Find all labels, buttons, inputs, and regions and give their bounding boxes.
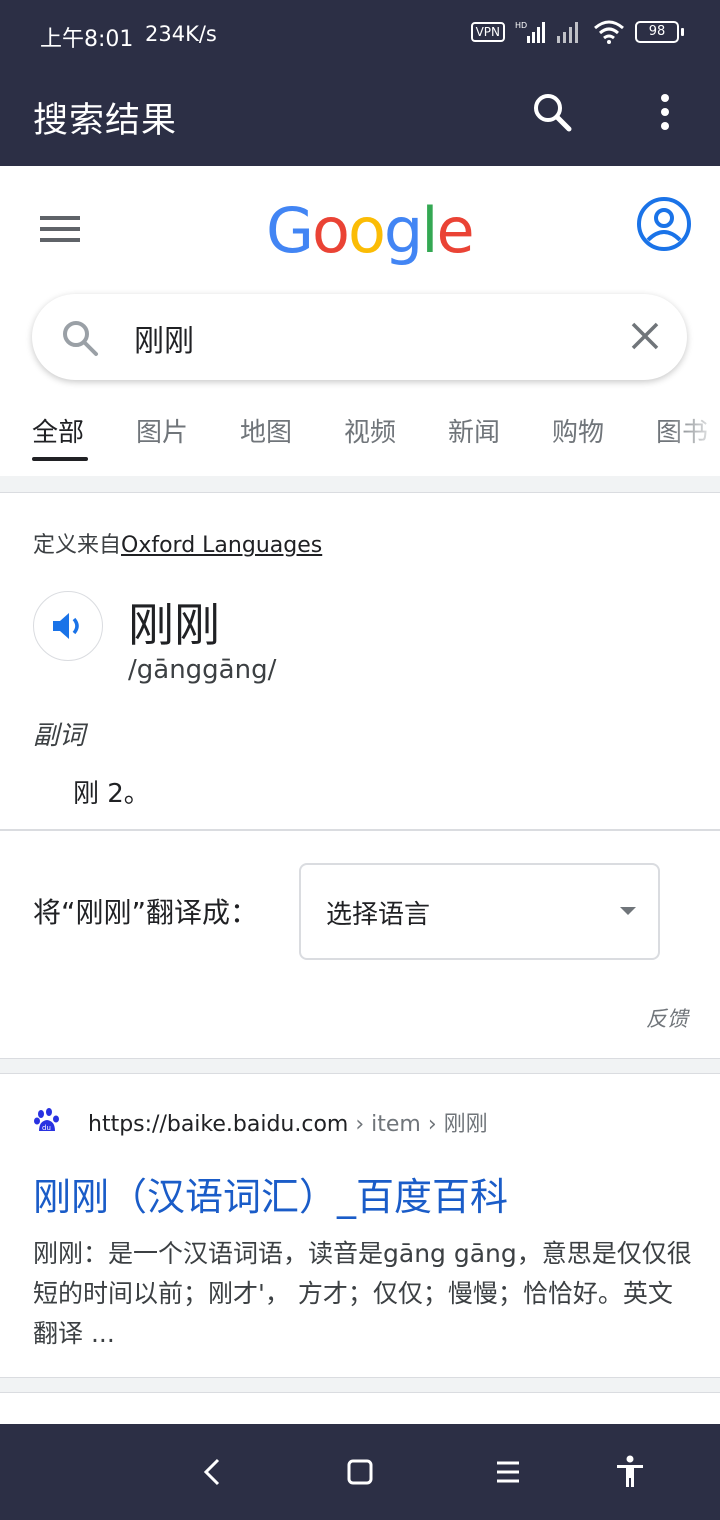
search-box[interactable]: 刚刚 xyxy=(32,294,687,380)
part-of-speech: 副词 xyxy=(33,721,86,751)
tab-all[interactable]: 全部 xyxy=(32,412,84,449)
definition-word: 刚刚 xyxy=(128,598,220,652)
active-tab-indicator xyxy=(32,457,88,461)
speaker-icon xyxy=(53,613,79,639)
vpn-icon: VPN xyxy=(470,22,505,42)
dictionary-card: 定义来自Oxford Languages 刚刚 /gānggāng/ 副词 刚 … xyxy=(0,492,720,1059)
wifi-icon xyxy=(594,20,624,44)
svg-text:du: du xyxy=(42,1124,51,1132)
baidu-favicon-icon: du xyxy=(34,1108,59,1132)
search-tabs: 全部 图片 地图 视频 新闻 购物 图书 xyxy=(0,406,720,476)
google-logo-letter: e xyxy=(436,194,475,267)
definition-meaning: 刚 2。 xyxy=(73,779,150,809)
result-snippet: 刚刚：是一个汉语词语，读音是gāng gāng，意思是仅仅很短的时间以前；刚才'… xyxy=(33,1239,692,1348)
language-select[interactable]: 选择语言 xyxy=(299,863,660,960)
tab-maps[interactable]: 地图 xyxy=(240,412,292,449)
google-logo-letter: o xyxy=(347,194,386,267)
status-bar: 上午8:01 234K/s VPN HD 98 xyxy=(0,0,720,68)
hamburger-menu-icon[interactable] xyxy=(40,216,80,242)
tab-news[interactable]: 新闻 xyxy=(448,412,500,449)
google-logo-letter: l xyxy=(421,194,438,267)
account-icon[interactable] xyxy=(636,196,692,252)
search-result: du https://baike.baidu.com › item › 刚刚 刚… xyxy=(0,1073,720,1378)
home-icon[interactable] xyxy=(342,1454,378,1490)
feedback-link[interactable]: 反馈 xyxy=(646,1003,688,1033)
system-nav-bar xyxy=(0,1424,720,1520)
battery-level: 98 xyxy=(635,21,679,43)
signal-hd-icon: HD xyxy=(515,21,545,43)
result-title-link[interactable]: 刚刚（汉语词汇）_百度百科 xyxy=(33,1166,508,1221)
search-icon[interactable] xyxy=(530,90,574,134)
google-logo[interactable]: Google xyxy=(266,194,475,267)
accessibility-icon[interactable] xyxy=(612,1454,648,1490)
tab-shopping[interactable]: 购物 xyxy=(552,412,604,449)
pronunciation-button[interactable] xyxy=(33,591,103,661)
result-url[interactable]: https://baike.baidu.com › item › 刚刚 xyxy=(88,1106,488,1138)
google-header: Google 刚刚 全部 图片 地图 视频 新闻 购物 图书 xyxy=(0,166,720,476)
recents-icon[interactable] xyxy=(490,1454,526,1490)
translate-label: 将“刚刚”翻译成： xyxy=(33,896,259,929)
search-input[interactable]: 刚刚 xyxy=(134,316,194,360)
back-icon[interactable] xyxy=(196,1454,232,1490)
signal-icon xyxy=(557,22,578,43)
oxford-languages-link[interactable]: Oxford Languages xyxy=(121,533,322,558)
google-logo-letter: G xyxy=(266,194,314,267)
google-logo-letter: o xyxy=(312,194,350,267)
more-options-icon[interactable] xyxy=(650,90,680,134)
tab-images[interactable]: 图片 xyxy=(136,412,188,449)
page-title: 搜索结果 xyxy=(33,101,178,141)
status-time: 上午8:01 xyxy=(40,27,134,52)
google-logo-letter: g xyxy=(383,194,423,267)
tab-videos[interactable]: 视频 xyxy=(344,412,396,449)
search-icon xyxy=(63,321,98,356)
battery-icon: 98 xyxy=(635,21,684,43)
definition-source: 定义来自Oxford Languages xyxy=(33,533,323,558)
language-select-value: 选择语言 xyxy=(326,900,431,930)
status-network-speed: 234K/s xyxy=(145,22,217,46)
dropdown-arrow-icon xyxy=(620,907,636,915)
divider xyxy=(0,829,720,831)
svg-text:HD: HD xyxy=(515,21,527,30)
app-bar: 搜索结果 xyxy=(0,68,720,166)
phonetic: /gānggāng/ xyxy=(128,655,277,685)
status-icons: VPN HD 98 xyxy=(470,20,684,44)
close-icon[interactable] xyxy=(629,320,661,352)
